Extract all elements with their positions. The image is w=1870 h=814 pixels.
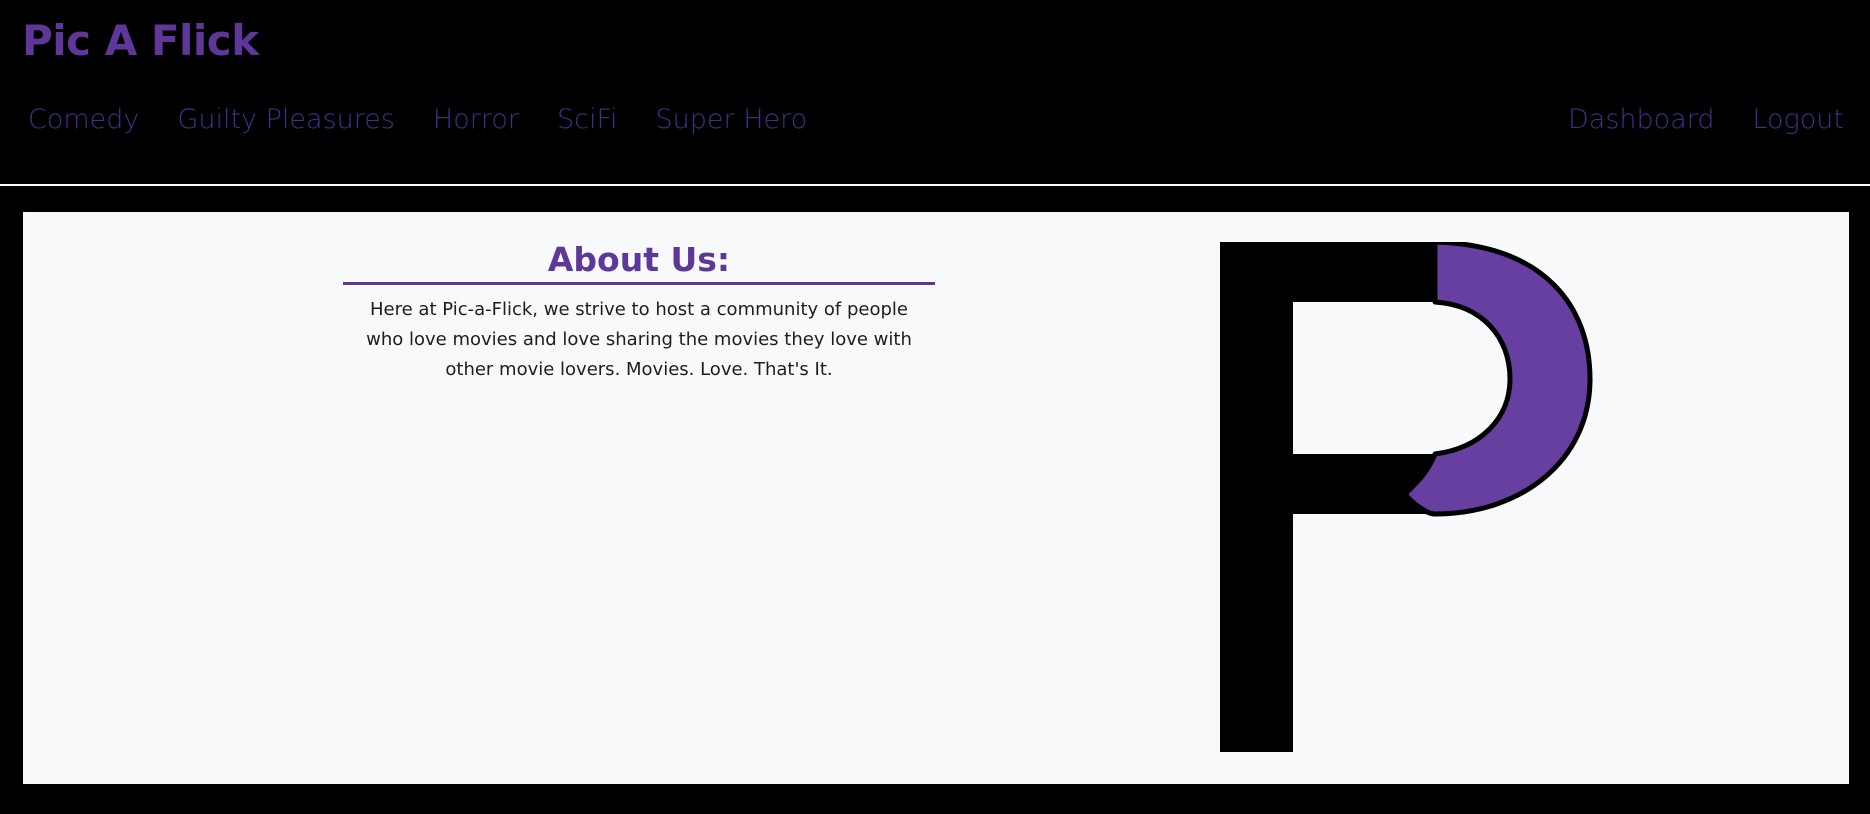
nav-link-scifi[interactable]: SciFi <box>557 98 618 142</box>
about-panel: About Us: Here at Pic-a-Flick, we strive… <box>23 212 1849 784</box>
p-logo-icon <box>1220 242 1593 752</box>
nav-link-dashboard[interactable]: Dashboard <box>1568 98 1714 142</box>
logo-stem <box>1220 242 1435 752</box>
nav-link-guilty-pleasures[interactable]: Guilty Pleasures <box>177 98 395 142</box>
site-header: Pic A Flick Comedy Guilty Pleasures Horr… <box>0 0 1870 184</box>
about-title: About Us: <box>343 240 935 285</box>
nav-category-links: Comedy Guilty Pleasures Horror SciFi Sup… <box>28 98 807 142</box>
nav-link-comedy[interactable]: Comedy <box>28 98 139 142</box>
header-divider <box>0 184 1870 186</box>
brand-logo-link[interactable]: Pic A Flick <box>22 16 259 65</box>
nav-link-logout[interactable]: Logout <box>1752 98 1844 142</box>
nav-link-super-hero[interactable]: Super Hero <box>656 98 808 142</box>
main-nav: Comedy Guilty Pleasures Horror SciFi Sup… <box>0 98 1870 142</box>
nav-link-horror[interactable]: Horror <box>433 98 519 142</box>
about-section: About Us: Here at Pic-a-Flick, we strive… <box>343 240 935 385</box>
about-text: Here at Pic-a-Flick, we strive to host a… <box>366 299 912 380</box>
logo-crescent <box>1402 242 1593 517</box>
nav-account-links: Dashboard Logout <box>1568 98 1844 142</box>
